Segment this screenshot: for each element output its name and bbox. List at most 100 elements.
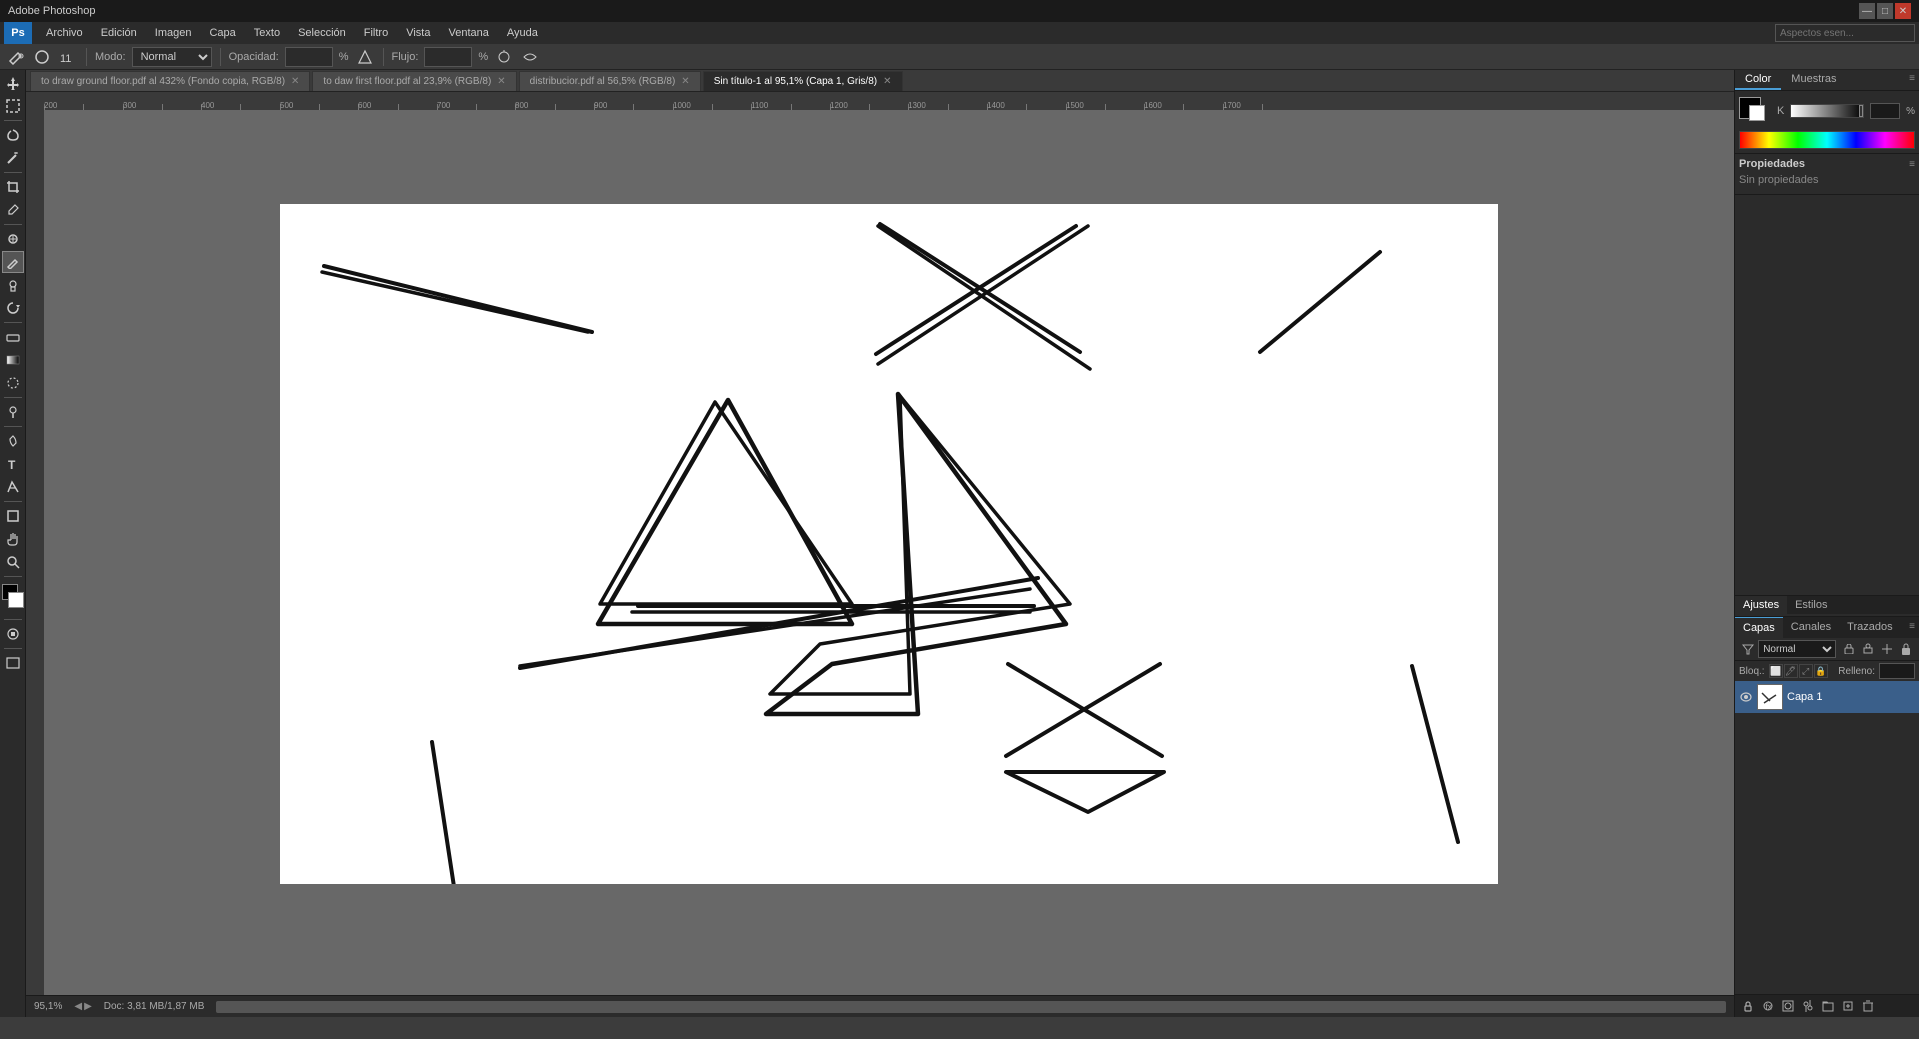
blok-icon-4[interactable]: 🔒 — [1814, 664, 1828, 678]
scroll-bar-bottom[interactable] — [216, 1001, 1726, 1013]
new-group-icon[interactable] — [1819, 997, 1837, 1015]
menu-filtro[interactable]: Filtro — [356, 25, 396, 41]
tab-capas[interactable]: Capas — [1735, 617, 1783, 638]
zoom-tool[interactable] — [2, 551, 24, 573]
crop-tool[interactable] — [2, 176, 24, 198]
magic-wand-tool[interactable] — [2, 147, 24, 169]
selection-tool[interactable] — [2, 95, 24, 117]
menu-imagen[interactable]: Imagen — [147, 25, 200, 41]
delete-layer-icon[interactable] — [1859, 997, 1877, 1015]
tab-trazados[interactable]: Trazados — [1839, 617, 1900, 638]
pen-tool[interactable] — [2, 430, 24, 452]
k-value-input[interactable]: 100 — [1870, 103, 1900, 119]
tab-color[interactable]: Color — [1735, 70, 1781, 90]
pressure-opacity-icon[interactable] — [355, 47, 375, 67]
layer-mode-dropdown[interactable]: Normal — [1758, 640, 1836, 658]
menu-ventana[interactable]: Ventana — [440, 25, 496, 41]
nav-prev[interactable]: ◀ — [74, 1001, 82, 1012]
quick-mask-tool[interactable] — [2, 623, 24, 645]
smoothing-icon[interactable] — [520, 47, 540, 67]
layer-visibility-icon[interactable] — [1739, 690, 1753, 704]
history-brush-tool[interactable] — [2, 297, 24, 319]
add-adjustment-icon[interactable] — [1799, 997, 1817, 1015]
clone-stamp-tool[interactable] — [2, 274, 24, 296]
blok-icon-1[interactable]: ⬜ — [1769, 664, 1783, 678]
add-style-icon[interactable]: fx — [1759, 997, 1777, 1015]
link-layers-icon[interactable] — [1739, 997, 1757, 1015]
svg-text:11: 11 — [60, 53, 71, 65]
blok-icon-2[interactable]: 🖊 — [1784, 664, 1798, 678]
tab-1[interactable]: to daw first floor.pdf al 23,9% (RGB/8) … — [312, 71, 516, 91]
tab-3-close[interactable]: ✕ — [883, 76, 891, 87]
menu-seleccion[interactable]: Selección — [290, 25, 354, 41]
menu-texto[interactable]: Texto — [246, 25, 288, 41]
blok-icon-3[interactable]: ⤢ — [1799, 664, 1813, 678]
tab-estilos[interactable]: Estilos — [1787, 596, 1835, 614]
hand-tool[interactable] — [2, 528, 24, 550]
flujo-input[interactable]: 100 — [424, 47, 472, 67]
color-fg-bg-picker[interactable] — [1739, 97, 1771, 125]
layer-name-0: Capa 1 — [1787, 691, 1915, 703]
canvas-inner[interactable] — [44, 92, 1734, 995]
nav-next[interactable]: ▶ — [84, 1001, 92, 1012]
new-layer-icon[interactable] — [1839, 997, 1857, 1015]
lock-all-icon[interactable] — [1898, 640, 1915, 658]
type-tool[interactable]: T — [2, 453, 24, 475]
spot-healing-tool[interactable] — [2, 228, 24, 250]
brush-tool-icon[interactable] — [6, 47, 26, 67]
eyedropper-tool[interactable] — [2, 199, 24, 221]
relleno-input[interactable]: 100% — [1879, 663, 1915, 679]
modo-dropdown[interactable]: Normal Multiplicar Pantalla — [132, 47, 212, 67]
maximize-button[interactable]: □ — [1877, 3, 1893, 19]
menu-ayuda[interactable]: Ayuda — [499, 25, 546, 41]
layers-panel-menu[interactable]: ≡ — [1905, 617, 1919, 638]
tab-2-close[interactable]: ✕ — [681, 76, 689, 87]
path-selection-tool[interactable] — [2, 476, 24, 498]
brush-preset-icon[interactable] — [32, 47, 52, 67]
properties-title: Propiedades — [1739, 158, 1805, 170]
shape-tool[interactable] — [2, 505, 24, 527]
screen-mode-tool[interactable] — [2, 652, 24, 674]
eraser-tool[interactable] — [2, 326, 24, 348]
k-slider[interactable] — [1790, 104, 1864, 118]
menu-archivo[interactable]: Archivo — [38, 25, 91, 41]
layer-row-0[interactable]: Capa 1 — [1735, 681, 1919, 713]
search-input[interactable] — [1775, 24, 1915, 42]
tab-3[interactable]: Sin título-1 al 95,1% (Capa 1, Gris/8) ✕ — [703, 71, 903, 91]
tab-0-close[interactable]: ✕ — [291, 76, 299, 87]
k-slider-handle[interactable] — [1859, 105, 1863, 117]
filter-kind-icon[interactable] — [1739, 640, 1756, 658]
gradient-tool[interactable] — [2, 349, 24, 371]
background-color[interactable] — [8, 592, 24, 608]
menu-vista[interactable]: Vista — [398, 25, 438, 41]
color-spectrum[interactable] — [1739, 131, 1915, 149]
close-button[interactable]: ✕ — [1895, 3, 1911, 19]
color-panel-menu[interactable]: ≡ — [1905, 70, 1919, 90]
layers-section: Capas Canales Trazados ≡ Normal — [1735, 616, 1919, 1017]
properties-expand-icon[interactable]: ≡ — [1909, 159, 1915, 170]
tab-muestras[interactable]: Muestras — [1781, 70, 1846, 90]
brush-size-icon[interactable]: 11 — [58, 47, 78, 67]
tab-2[interactable]: distribucior.pdf al 56,5% (RGB/8) ✕ — [519, 71, 701, 91]
move-tool[interactable] — [2, 72, 24, 94]
menu-capa[interactable]: Capa — [201, 25, 243, 41]
tab-ajustes[interactable]: Ajustes — [1735, 596, 1787, 614]
tab-0[interactable]: to draw ground floor.pdf al 432% (Fondo … — [30, 71, 310, 91]
airbrush-icon[interactable] — [494, 47, 514, 67]
lasso-tool[interactable] — [2, 124, 24, 146]
menu-edicion[interactable]: Edición — [93, 25, 145, 41]
blur-tool[interactable] — [2, 372, 24, 394]
tab-canales[interactable]: Canales — [1783, 617, 1839, 638]
brush-tool[interactable] — [2, 251, 24, 273]
add-mask-icon[interactable] — [1779, 997, 1797, 1015]
drawing-canvas[interactable] — [280, 204, 1498, 884]
opacidad-input[interactable]: 100 — [285, 47, 333, 67]
lock-image-icon[interactable] — [1859, 640, 1876, 658]
minimize-button[interactable]: — — [1859, 3, 1875, 19]
tab-1-close[interactable]: ✕ — [497, 76, 505, 87]
color-selector[interactable] — [2, 584, 24, 612]
lock-position-icon[interactable] — [1879, 640, 1896, 658]
bg-swatch[interactable] — [1749, 105, 1765, 121]
dodge-tool[interactable] — [2, 401, 24, 423]
lock-transparency-icon[interactable] — [1840, 640, 1857, 658]
